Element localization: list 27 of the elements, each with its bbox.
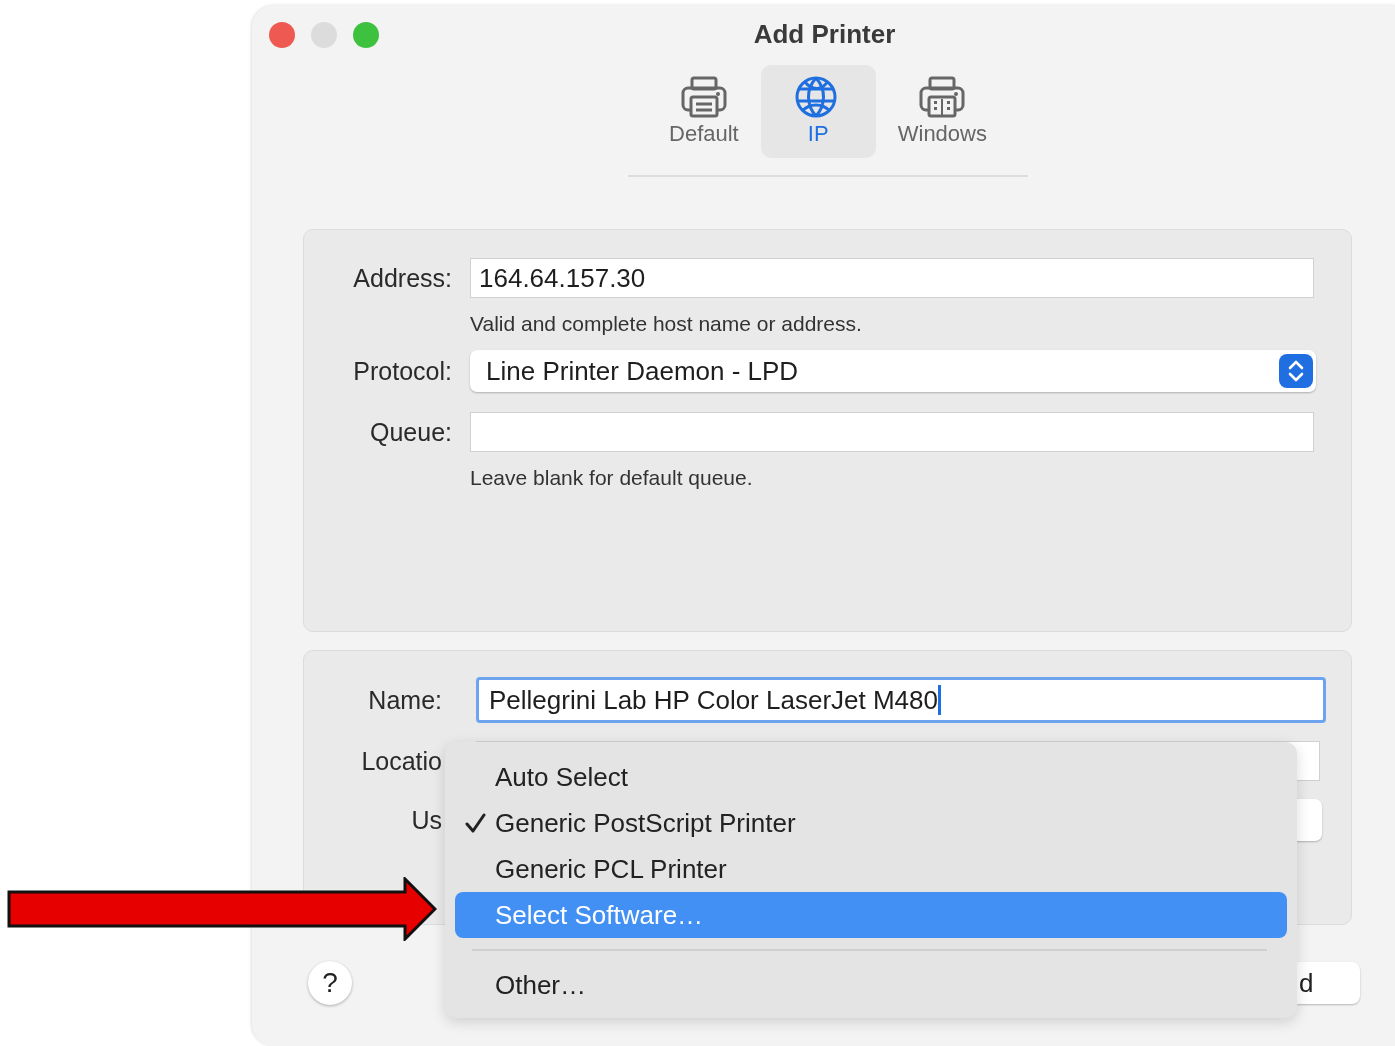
help-button[interactable]: ?: [308, 961, 352, 1005]
hint-text: Valid and complete host name or address.: [470, 312, 862, 336]
input-field[interactable]: Pellegrini Lab HP Color LaserJet M480: [476, 677, 1326, 723]
field-label: Protocol:: [352, 356, 452, 386]
input-field[interactable]: 164.64.157.30: [470, 258, 1314, 298]
toolbar-tab[interactable]: IP: [760, 65, 876, 158]
field-label: Name:: [367, 685, 442, 715]
stepper-icon: [1279, 354, 1313, 388]
field-label: Address:: [352, 263, 452, 293]
menu-item[interactable]: Other…: [455, 962, 1287, 1008]
input-field[interactable]: [470, 412, 1314, 452]
printer-icon: [918, 74, 967, 119]
toolbar-tab[interactable]: Default: [655, 65, 753, 158]
field-label: Queue:: [369, 417, 452, 447]
field-label: Us: [410, 805, 442, 835]
popup-button[interactable]: Line Printer Daemon - LPD: [470, 350, 1316, 392]
window-title: Add Printer: [753, 19, 896, 50]
add-button[interactable]: d: [1297, 962, 1360, 1004]
hint-text: Leave blank for default queue.: [470, 466, 753, 490]
close-button[interactable]: [269, 22, 295, 48]
printer-icon: [679, 74, 728, 119]
menu-item[interactable]: Generic PostScript Printer: [455, 800, 1287, 846]
field-label: Locatio: [360, 746, 442, 776]
menu-item[interactable]: Generic PCL Printer: [455, 846, 1287, 892]
menu-item[interactable]: Auto Select: [455, 754, 1287, 800]
toolbar-tab[interactable]: Windows: [883, 65, 1001, 158]
zoom-button[interactable]: [353, 22, 379, 48]
